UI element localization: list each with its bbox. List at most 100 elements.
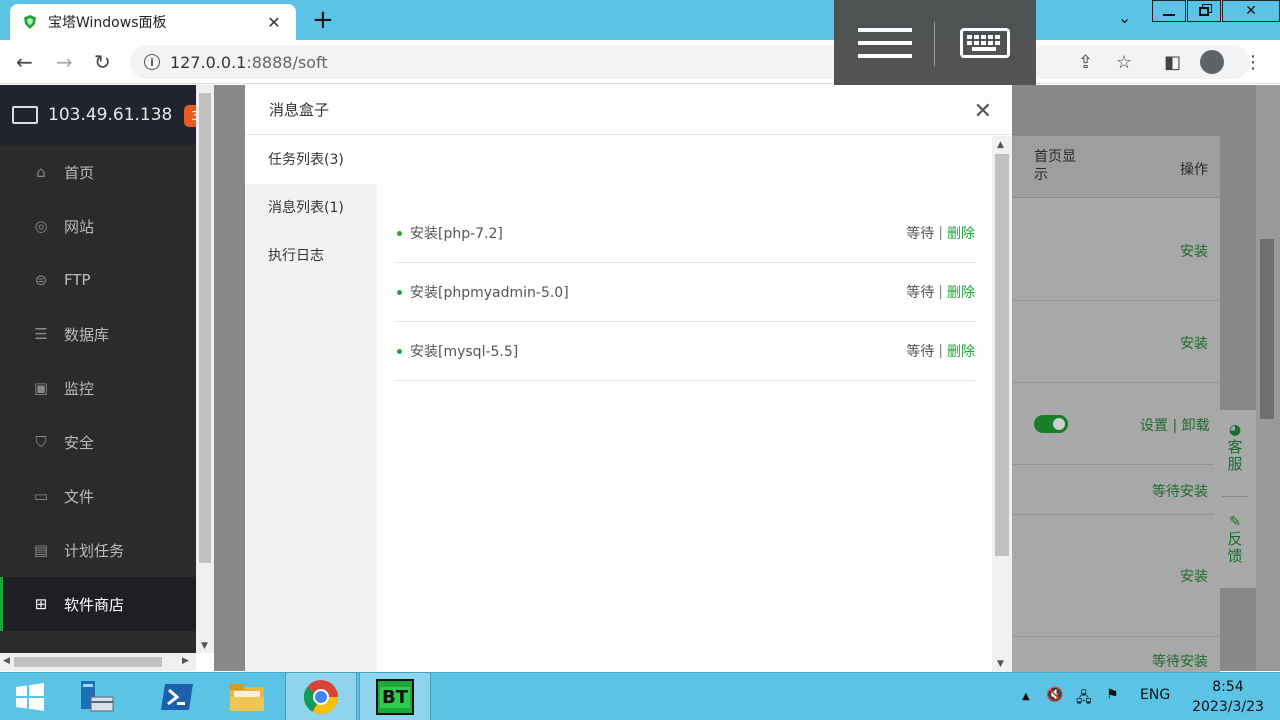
browser-tab-strip: 宝塔Windows面板 ✕ + ⌄ ✕ bbox=[0, 0, 1280, 40]
menu-kebab-icon[interactable]: ⋮ bbox=[1244, 52, 1262, 73]
sidebar-item-label: 软件商店 bbox=[64, 595, 125, 614]
task-list: 安装[php-7.2] 等待 | 删除 安装[phpmyadmin-5.0] 等… bbox=[377, 136, 992, 676]
tab-close-icon[interactable]: ✕ bbox=[264, 13, 284, 32]
sidebar-item-label: FTP bbox=[64, 271, 91, 289]
bookmark-star-icon[interactable]: ☆ bbox=[1116, 52, 1132, 73]
status-dot-icon bbox=[397, 230, 402, 236]
network-icon[interactable]: 🖧 bbox=[1076, 687, 1092, 711]
clock-time: 8:54 bbox=[1212, 679, 1244, 695]
restore-button[interactable] bbox=[1187, 0, 1221, 22]
delete-task-link[interactable]: 删除 bbox=[947, 282, 975, 302]
window-close-button[interactable]: ✕ bbox=[1222, 0, 1280, 22]
settings-uninstall-links[interactable]: 设置 | 卸载 bbox=[1140, 415, 1210, 435]
task-status: 等待 bbox=[906, 226, 935, 242]
tab-execution-log[interactable]: 执行日志 bbox=[245, 232, 377, 280]
volume-muted-icon[interactable]: 🔇 bbox=[1046, 687, 1063, 703]
status-dot-icon bbox=[397, 348, 402, 354]
profile-avatar[interactable] bbox=[1200, 50, 1224, 74]
share-icon[interactable]: ⇪ bbox=[1078, 52, 1093, 73]
server-header: 103.49.61.138 bbox=[0, 85, 196, 145]
feedback-button[interactable]: ✎ 反 馈 bbox=[1214, 514, 1256, 565]
server-manager-button[interactable] bbox=[62, 673, 132, 720]
sidebar-scroll-thumb[interactable] bbox=[199, 93, 211, 563]
sidebar-item-security[interactable]: ⛉ 安全 bbox=[0, 415, 196, 469]
sidebar-item-label: 监控 bbox=[64, 379, 95, 398]
taskbar-clock[interactable]: 8:54 2023/3/23 bbox=[1186, 677, 1270, 717]
page-scroll-thumb[interactable] bbox=[1260, 239, 1274, 419]
sidebar-hscroll-thumb[interactable] bbox=[14, 657, 162, 667]
sidebar-item-files[interactable]: ▭ 文件 bbox=[0, 469, 196, 523]
site-info-icon[interactable]: i bbox=[144, 54, 160, 70]
delete-task-link[interactable]: 删除 bbox=[947, 341, 975, 361]
server-monitor-icon bbox=[12, 106, 38, 124]
language-indicator[interactable]: ENG bbox=[1140, 687, 1170, 703]
browser-tab[interactable]: 宝塔Windows面板 ✕ bbox=[10, 4, 296, 40]
chrome-button[interactable] bbox=[285, 672, 357, 720]
back-arrow-icon[interactable]: ← bbox=[16, 50, 33, 74]
sidebar-item-website[interactable]: ◎ 网站 bbox=[0, 199, 196, 253]
side-panel-icon[interactable]: ◧ bbox=[1164, 52, 1181, 73]
page-scrollbar[interactable] bbox=[1256, 85, 1280, 671]
clock-date: 2023/3/23 bbox=[1192, 699, 1264, 715]
sidebar-item-database[interactable]: ☰ 数据库 bbox=[0, 307, 196, 361]
powershell-button[interactable] bbox=[142, 673, 212, 720]
calendar-icon: ▤ bbox=[33, 541, 49, 559]
sidebar-item-ftp[interactable]: ⊜ FTP bbox=[0, 253, 196, 307]
sidebar-item-monitor[interactable]: ▣ 监控 bbox=[0, 361, 196, 415]
task-status: 等待 bbox=[906, 344, 935, 360]
tab-message-list[interactable]: 消息列表(1) bbox=[245, 184, 377, 232]
scroll-up-arrow-icon[interactable]: ▲ bbox=[997, 140, 1004, 150]
task-row: 安装[phpmyadmin-5.0] 等待 | 删除 bbox=[395, 263, 975, 322]
task-separator: | bbox=[938, 284, 943, 300]
start-button[interactable] bbox=[0, 673, 60, 720]
sidebar-item-label: 安全 bbox=[64, 433, 95, 452]
chrome-icon bbox=[304, 680, 338, 714]
new-tab-button[interactable]: + bbox=[312, 6, 334, 34]
waiting-install-label: 等待安装 bbox=[1152, 654, 1208, 670]
scroll-left-arrow-icon[interactable]: ◀ bbox=[3, 656, 10, 666]
sidebar-hscrollbar[interactable]: ◀ ▶ bbox=[0, 653, 196, 671]
file-explorer-button[interactable] bbox=[212, 673, 282, 720]
floating-divider bbox=[1222, 496, 1248, 497]
sidebar-item-label: 文件 bbox=[64, 487, 95, 506]
waiting-install-label: 等待安装 bbox=[1152, 484, 1208, 500]
scroll-right-arrow-icon[interactable]: ▶ bbox=[182, 656, 189, 666]
column-operations: 操作 bbox=[1180, 162, 1208, 178]
install-link[interactable]: 安装 bbox=[1180, 241, 1208, 261]
modal-close-icon[interactable]: ✕ bbox=[974, 99, 992, 124]
reload-icon[interactable]: ↻ bbox=[94, 50, 111, 74]
tab-task-list[interactable]: 任务列表(3) bbox=[245, 136, 377, 184]
modal-scrollbar[interactable]: ▲ ▼ bbox=[992, 136, 1012, 673]
action-center-icon[interactable]: ⚑ bbox=[1106, 687, 1119, 703]
bt-shield-icon bbox=[24, 15, 36, 29]
software-table-bg bbox=[1012, 136, 1220, 676]
tray-expand-arrow-icon[interactable]: ▲ bbox=[1022, 691, 1030, 702]
sidebar-scrollbar[interactable]: ▼ bbox=[196, 85, 214, 653]
forward-arrow-icon[interactable]: → bbox=[56, 50, 73, 74]
minimize-button[interactable] bbox=[1152, 0, 1186, 22]
close-icon: ✕ bbox=[1245, 3, 1257, 19]
homepage-toggle[interactable] bbox=[1034, 415, 1068, 433]
sidebar-item-software-store[interactable]: ⊞ 软件商店 bbox=[0, 577, 196, 631]
tab-title: 宝塔Windows面板 bbox=[48, 15, 167, 31]
keyboard-icon[interactable] bbox=[960, 28, 1010, 58]
scroll-down-arrow-icon[interactable]: ▼ bbox=[201, 641, 208, 651]
home-icon: ⌂ bbox=[36, 163, 46, 181]
modal-scroll-thumb[interactable] bbox=[995, 154, 1009, 556]
row-divider bbox=[1012, 514, 1220, 515]
customer-service-button[interactable]: ◕ 客 服 bbox=[1214, 422, 1256, 473]
install-link[interactable]: 安装 bbox=[1180, 566, 1208, 586]
status-dot-icon bbox=[397, 289, 402, 295]
overlay-divider bbox=[934, 22, 935, 66]
row-divider bbox=[1012, 382, 1220, 383]
sidebar-item-cron[interactable]: ▤ 计划任务 bbox=[0, 523, 196, 577]
task-name: 安装[mysql-5.5] bbox=[410, 344, 519, 360]
hamburger-menu-icon[interactable] bbox=[858, 28, 912, 62]
sidebar-item-home[interactable]: ⌂ 首页 bbox=[0, 145, 196, 199]
bt-panel-button[interactable]: BT bbox=[359, 672, 431, 720]
windows-taskbar: BT ▲ 🔇 🖧 ⚑ ENG 8:54 2023/3/23 bbox=[0, 672, 1280, 720]
tab-search-chevron-icon[interactable]: ⌄ bbox=[1118, 8, 1131, 27]
delete-task-link[interactable]: 删除 bbox=[947, 223, 975, 243]
scroll-down-arrow-icon[interactable]: ▼ bbox=[997, 659, 1004, 669]
install-link[interactable]: 安装 bbox=[1180, 333, 1208, 353]
